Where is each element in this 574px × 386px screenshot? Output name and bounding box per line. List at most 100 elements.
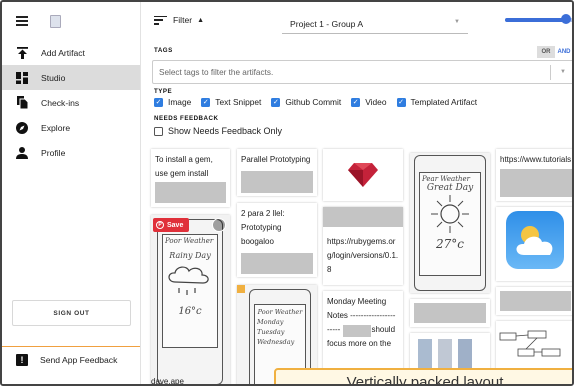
preview-placeholder bbox=[323, 207, 403, 227]
needs-feedback-label: NEEDS FEEDBACK bbox=[154, 115, 219, 122]
artifact-card-image[interactable] bbox=[323, 149, 403, 201]
checkbox-checked-icon: ✓ bbox=[154, 97, 163, 107]
divider bbox=[2, 346, 140, 347]
needs-feedback-filter: Show Needs Feedback Only bbox=[154, 126, 292, 136]
sidebar-item-label: Profile bbox=[41, 147, 66, 158]
sketch-text: 27°c bbox=[436, 237, 464, 251]
compass-icon bbox=[16, 121, 28, 134]
checkbox-label: Text Snippet bbox=[215, 97, 262, 107]
sketch-text: Poor Weather bbox=[165, 237, 214, 245]
artifact-card-text[interactable]: To install a gem, use gem install [gem] … bbox=[151, 149, 230, 207]
template-badge-icon bbox=[237, 285, 245, 293]
type-checkbox-templated-artifact[interactable]: ✓ Templated Artifact bbox=[396, 97, 477, 107]
artifact-text: Parallel Prototyping bbox=[241, 155, 311, 164]
type-checkbox-text-snippet[interactable]: ✓ Text Snippet bbox=[201, 97, 261, 107]
artifact-card-text[interactable] bbox=[410, 299, 490, 327]
caret-up-icon: ▲ bbox=[197, 16, 205, 24]
artifact-card-text[interactable] bbox=[496, 287, 572, 315]
zoom-slider[interactable] bbox=[505, 14, 572, 24]
slider-fill bbox=[505, 18, 566, 22]
or-toggle-button[interactable]: OR bbox=[537, 46, 555, 58]
artifact-card-text[interactable]: 2 para 2 llel: Prototyping boogaloo bbox=[237, 203, 317, 277]
artifact-link[interactable]: https://www.tutorials bbox=[496, 149, 572, 167]
artifact-grid: To install a gem, use gem install [gem] … bbox=[151, 149, 572, 384]
sidebar-item-profile[interactable]: Profile bbox=[2, 140, 140, 165]
sketch-text: Poor Weather bbox=[257, 308, 303, 316]
tags-label: TAGS bbox=[154, 47, 173, 54]
sidebar-header bbox=[2, 2, 140, 40]
sidebar-item-label: Explore bbox=[41, 122, 71, 133]
sketch-text: Monday bbox=[257, 318, 284, 326]
sun-icon bbox=[431, 195, 469, 233]
tags-placeholder: Select tags to filter the artifacts. bbox=[159, 67, 274, 77]
preview-placeholder bbox=[500, 169, 572, 197]
filter-label: Filter bbox=[173, 15, 193, 25]
checkbox-checked-icon: ✓ bbox=[201, 97, 211, 107]
checkbox-label: Image bbox=[168, 97, 192, 107]
type-checkbox-github-commit[interactable]: ✓ Github Commit bbox=[271, 97, 341, 107]
project-select[interactable]: Project 1 - Group A ▼ bbox=[282, 14, 468, 34]
preview-placeholder bbox=[500, 291, 571, 311]
preview-placeholder bbox=[155, 182, 226, 203]
artifact-card-text[interactable]: https://www.tutorials bbox=[496, 149, 572, 201]
chevron-down-icon[interactable]: ▼ bbox=[560, 69, 566, 75]
menu-icon[interactable] bbox=[16, 16, 28, 26]
redacted-block bbox=[343, 325, 371, 337]
save-label: Save bbox=[167, 221, 184, 229]
sidebar-item-add-artifact[interactable]: Add Artifact bbox=[2, 40, 140, 65]
expand-icon[interactable] bbox=[212, 218, 226, 232]
sidebar-item-studio[interactable]: Studio bbox=[2, 65, 140, 90]
filter-button[interactable]: Filter ▲ bbox=[154, 15, 204, 25]
artifact-card-text[interactable]: https://rubygems.org/login/versions/0.1.… bbox=[323, 207, 403, 285]
app-logo-icon[interactable] bbox=[50, 14, 61, 28]
checkbox-checked-icon: ✓ bbox=[271, 97, 281, 107]
type-checkbox-video[interactable]: ✓ Video bbox=[351, 97, 387, 107]
needs-feedback-checkbox[interactable]: Show Needs Feedback Only bbox=[154, 126, 282, 136]
artifact-card-image[interactable]: Pear Weather Great Day 27°c bbox=[410, 153, 490, 293]
app-window: Add Artifact Studio Check-ins Explore Pr… bbox=[0, 0, 574, 386]
and-toggle-button[interactable]: AND bbox=[555, 46, 572, 58]
sidebar-item-check-ins[interactable]: Check-ins bbox=[2, 90, 140, 115]
sketch-text: Rainy Day bbox=[169, 251, 211, 260]
layout-caption-banner: Vertically packed layout bbox=[274, 368, 572, 384]
project-select-value: Project 1 - Group A bbox=[290, 18, 364, 29]
slider-thumb[interactable] bbox=[560, 14, 571, 24]
ruby-gem-icon bbox=[348, 163, 378, 187]
checkbox-checked-icon: ✓ bbox=[396, 97, 406, 107]
or-and-toggle: OR AND bbox=[537, 46, 572, 58]
send-feedback-button[interactable]: ! Send App Feedback bbox=[16, 354, 117, 366]
artifact-text: Monday Meeting Notes ----------------- -… bbox=[327, 297, 396, 348]
sketch-text: Tuesday bbox=[257, 328, 285, 336]
feedback-label: Send App Feedback bbox=[40, 355, 118, 365]
sidebar: Add Artifact Studio Check-ins Explore Pr… bbox=[2, 2, 141, 384]
documents-icon bbox=[16, 96, 28, 109]
weather-app-icon bbox=[506, 211, 564, 269]
chevron-down-icon: ▼ bbox=[454, 19, 460, 25]
feedback-icon: ! bbox=[16, 354, 28, 366]
checkbox-unchecked-icon bbox=[154, 126, 163, 136]
weather-sketch: Poor Weather Rainy Day 16°c bbox=[162, 234, 218, 348]
artifact-text: 2 para 2 llel: Prototyping boogaloo bbox=[241, 209, 285, 246]
checkbox-label: Show Needs Feedback Only bbox=[168, 126, 283, 136]
artifact-card-text[interactable]: Parallel Prototyping bbox=[237, 149, 317, 196]
sidebar-item-explore[interactable]: Explore bbox=[2, 115, 140, 140]
weather-sketch: Pear Weather Great Day 27°c bbox=[419, 172, 481, 276]
sidebar-item-label: Studio bbox=[41, 72, 66, 83]
artifact-card-image[interactable] bbox=[496, 207, 572, 281]
dashboard-icon bbox=[16, 71, 28, 84]
checkbox-checked-icon: ✓ bbox=[351, 97, 361, 107]
artifact-card-image[interactable]: Poor Weather Rainy Day 16°c P Save bbox=[151, 215, 230, 384]
sketch-image: Pear Weather Great Day 27°c bbox=[414, 155, 486, 291]
main-panel: Filter ▲ Project 1 - Group A ▼ TAGS OR A… bbox=[142, 2, 572, 384]
save-button[interactable]: P Save bbox=[153, 218, 189, 232]
tags-select[interactable]: Select tags to filter the artifacts. ▼ bbox=[152, 60, 572, 84]
sign-out-button[interactable]: SIGN OUT bbox=[12, 300, 131, 326]
preview-placeholder bbox=[241, 253, 313, 274]
artifact-link[interactable]: https://rubygems.org/login/versions/0.1.… bbox=[323, 231, 403, 277]
sidebar-item-label: Add Artifact bbox=[41, 47, 85, 58]
person-icon bbox=[16, 146, 28, 159]
type-checkbox-image[interactable]: ✓ Image bbox=[154, 97, 191, 107]
pin-icon: P bbox=[156, 221, 164, 229]
sketch-text: Great Day bbox=[426, 183, 474, 193]
checkbox-label: Github Commit bbox=[285, 97, 342, 107]
